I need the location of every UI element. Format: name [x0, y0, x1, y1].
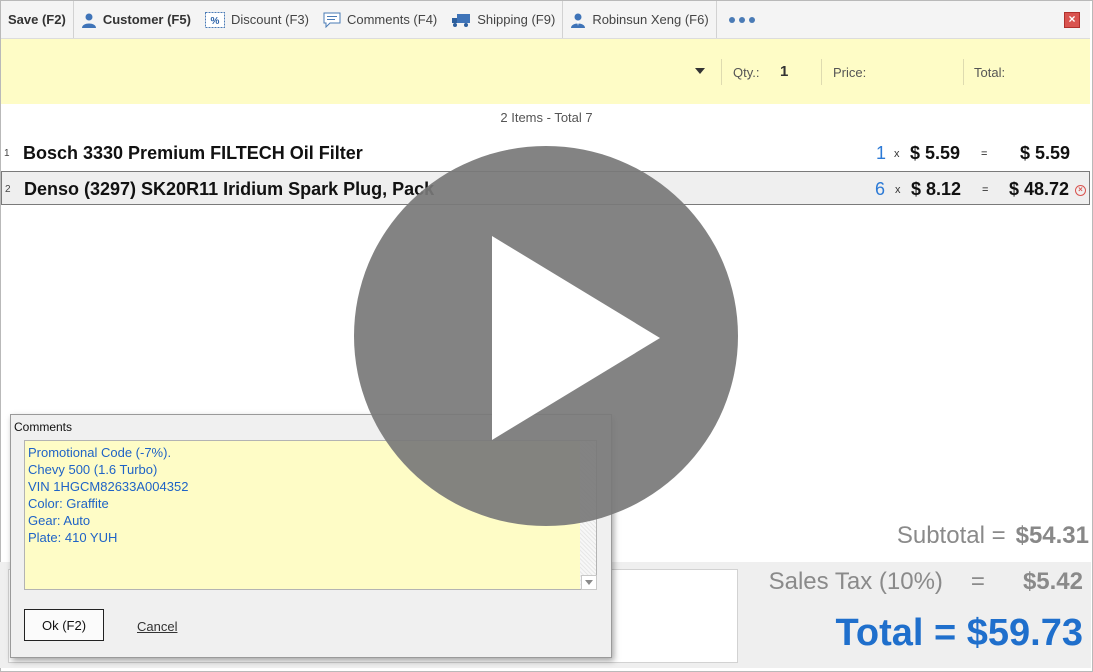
discount-button[interactable]: % Discount (F3) [198, 1, 316, 38]
line-price: $ 8.12 [911, 179, 962, 199]
remove-line-icon[interactable]: × [1075, 185, 1086, 196]
grand-total: Total = $59.73 [835, 612, 1083, 654]
shipping-button[interactable]: Shipping (F9) [444, 1, 562, 38]
scroll-down-icon[interactable] [581, 575, 597, 590]
user-button[interactable]: Robinsun Xeng (F6) [563, 1, 715, 38]
comments-label: Comments (F4) [346, 12, 438, 27]
customer-button[interactable]: Customer (F5) [74, 1, 198, 38]
chevron-down-icon[interactable] [695, 68, 705, 74]
times-sign: x [895, 184, 901, 196]
discount-icon: % [204, 11, 225, 28]
play-triangle [492, 236, 660, 440]
price-label: Price: [833, 65, 867, 80]
line-qty[interactable]: 6 [875, 179, 885, 200]
tax-equals: = [970, 568, 985, 595]
shipping-label: Shipping (F9) [477, 12, 556, 27]
save-button[interactable]: Save (F2) [1, 1, 73, 38]
discount-label: Discount (F3) [230, 12, 309, 27]
tax-row: Sales Tax (10%) = $5.42 [769, 568, 1083, 596]
dialog-title: Comments [14, 420, 73, 434]
line-total: $ 5.59 [1019, 143, 1070, 163]
times-sign: x [894, 148, 900, 160]
svg-text:%: % [210, 16, 219, 27]
tax-value: $5.42 [1022, 568, 1083, 595]
line-index: 2 [5, 184, 11, 195]
line-name: Denso (3297) SK20R11 Iridium Spark Plug,… [24, 179, 435, 199]
more-icon[interactable] [717, 1, 767, 38]
line-qty[interactable]: 1 [876, 143, 886, 164]
equals-sign: = [981, 148, 988, 160]
user-icon [571, 13, 586, 28]
close-icon[interactable]: × [1064, 12, 1080, 28]
subtotal-value: $54.31 [1015, 522, 1089, 549]
save-label: Save (F2) [8, 12, 66, 27]
entry-divider [821, 59, 822, 85]
subtotal-row: Subtotal = $54.31 [897, 522, 1089, 550]
shipping-icon [452, 13, 471, 27]
entry-divider [963, 59, 964, 85]
item-entry-bar: Qty.: 1 Price: Total: [1, 39, 1090, 104]
line-index: 1 [4, 148, 10, 159]
items-summary: 2 Items - Total 7 [500, 110, 593, 125]
comments-icon [323, 12, 341, 28]
ok-button[interactable]: Ok (F2) [24, 609, 104, 641]
qty-input[interactable]: 1 [780, 63, 788, 80]
user-label: Robinsun Xeng (F6) [592, 12, 709, 27]
comments-button[interactable]: Comments (F4) [316, 1, 444, 38]
cancel-link[interactable]: Cancel [137, 619, 177, 634]
toolbar: Save (F2) Customer (F5) % Discount (F3) … [1, 1, 1090, 39]
equals-sign: = [982, 184, 989, 196]
line-total: $ 48.72 [1008, 179, 1069, 199]
line-name: Bosch 3330 Premium FILTECH Oil Filter [23, 143, 363, 163]
line-price: $ 5.59 [910, 143, 961, 163]
entry-divider [721, 59, 722, 85]
customer-icon [81, 13, 96, 28]
play-icon[interactable] [354, 146, 738, 526]
customer-label: Customer (F5) [102, 12, 191, 27]
total-label: Total: [974, 65, 1006, 80]
qty-label: Qty.: [733, 65, 760, 80]
subtotal-label: Subtotal = [896, 522, 1006, 549]
tax-label: Sales Tax (10%) [768, 568, 943, 595]
